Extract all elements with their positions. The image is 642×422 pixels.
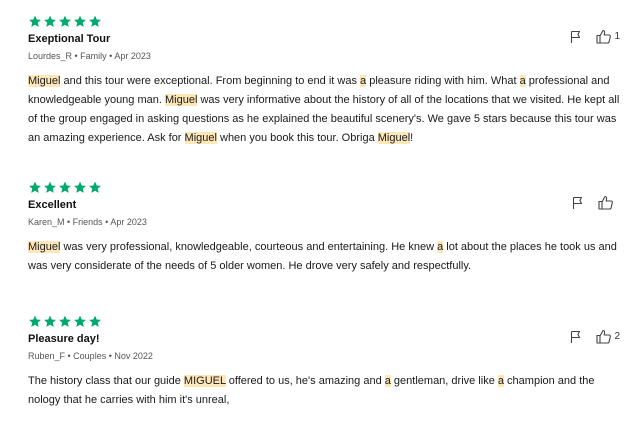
helpful-count: 1 bbox=[614, 31, 620, 42]
flag-icon bbox=[572, 196, 584, 210]
review-card: Exeptional Tour Lourdes_R • Family • Apr… bbox=[28, 15, 620, 148]
search-highlight: MIGUEL bbox=[183, 375, 226, 387]
search-highlight: Miguel bbox=[28, 75, 61, 87]
star-icon bbox=[43, 15, 57, 28]
star-icon bbox=[73, 181, 87, 194]
helpful-button[interactable] bbox=[598, 195, 620, 210]
star-rating bbox=[28, 15, 620, 28]
review-actions: 1 bbox=[570, 29, 620, 44]
review-meta: Karen_M • Friends • Apr 2023 bbox=[28, 217, 147, 227]
search-highlight: Miguel bbox=[28, 241, 61, 253]
search-highlight: a bbox=[497, 375, 504, 387]
search-highlight: a bbox=[360, 75, 367, 87]
star-rating bbox=[28, 315, 620, 328]
thumbs-up-icon bbox=[596, 29, 612, 44]
star-icon bbox=[28, 15, 42, 28]
star-rating bbox=[28, 181, 620, 194]
review-title: Pleasure day! bbox=[28, 333, 100, 345]
star-icon bbox=[88, 315, 102, 328]
review-body: Miguel was very professional, knowledgea… bbox=[28, 241, 617, 272]
thumbs-up-icon bbox=[596, 329, 612, 344]
star-icon bbox=[88, 181, 102, 194]
review-meta: Ruben_F • Couples • Nov 2022 bbox=[28, 351, 153, 361]
helpful-count: 2 bbox=[614, 331, 620, 342]
report-button[interactable] bbox=[570, 330, 582, 344]
star-icon bbox=[88, 15, 102, 28]
search-highlight: a bbox=[437, 241, 444, 253]
report-button[interactable] bbox=[572, 196, 584, 210]
search-highlight: Miguel bbox=[184, 132, 217, 144]
review-meta: Lourdes_R • Family • Apr 2023 bbox=[28, 51, 151, 61]
review-card: Pleasure day! Ruben_F • Couples • Nov 20… bbox=[28, 315, 620, 410]
star-icon bbox=[58, 315, 72, 328]
star-icon bbox=[28, 181, 42, 194]
star-icon bbox=[58, 15, 72, 28]
star-icon bbox=[58, 181, 72, 194]
review-body: Miguel and this tour were exceptional. F… bbox=[28, 75, 620, 144]
search-highlight: a bbox=[384, 375, 391, 387]
search-highlight: a bbox=[519, 75, 526, 87]
star-icon bbox=[43, 181, 57, 194]
review-actions bbox=[572, 195, 620, 210]
report-button[interactable] bbox=[570, 30, 582, 44]
search-highlight: Miguel bbox=[377, 132, 411, 144]
star-icon bbox=[43, 315, 57, 328]
star-icon bbox=[73, 15, 87, 28]
review-title: Exeptional Tour bbox=[28, 33, 111, 45]
search-highlight: Miguel bbox=[164, 94, 198, 106]
star-icon bbox=[73, 315, 87, 328]
helpful-button[interactable]: 2 bbox=[596, 329, 620, 344]
star-icon bbox=[28, 315, 42, 328]
review-title: Excellent bbox=[28, 199, 77, 211]
flag-icon bbox=[570, 30, 582, 44]
review-body: The history class that our guide MIGUEL … bbox=[28, 375, 595, 406]
thumbs-up-icon bbox=[598, 195, 614, 210]
helpful-button[interactable]: 1 bbox=[596, 29, 620, 44]
flag-icon bbox=[570, 330, 582, 344]
review-actions: 2 bbox=[570, 329, 620, 344]
review-card: Excellent Karen_M • Friends • Apr 2023 M… bbox=[28, 181, 620, 276]
